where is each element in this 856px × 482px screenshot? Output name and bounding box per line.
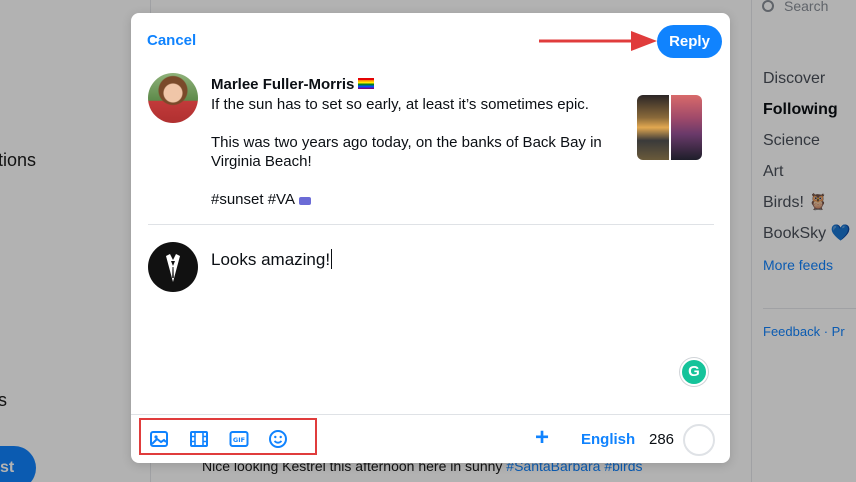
author-name: Marlee Fuller-Morris [211,76,355,93]
avatar[interactable] [148,73,198,123]
reply-button[interactable]: Reply [657,25,722,58]
character-progress-ring [683,424,715,456]
gif-icon[interactable]: GIF [229,429,249,449]
character-count: 286 [649,431,675,448]
camera-emoji-icon [298,197,311,205]
reply-composer-modal: Cancel Reply Marlee Fuller-Morris If the… [131,13,730,463]
tuxedo-icon [166,254,180,282]
add-thread-post-button[interactable]: + [535,425,549,451]
text-caret [331,249,333,269]
post-author: Marlee Fuller-Morris [211,76,375,93]
quoted-post-text: If the sun has to set so early, at least… [211,95,631,228]
post-line-2: This was two years ago today, on the ban… [211,134,602,170]
emoji-icon[interactable] [268,429,288,449]
post-image-thumbnails[interactable] [637,95,702,160]
video-icon[interactable] [189,429,209,449]
post-line-3: #sunset #VA [211,190,631,209]
post-line-1: If the sun has to set so early, at least… [211,96,589,113]
sunset-thumbnail-1[interactable] [637,95,669,160]
post-hashtags: #sunset #VA [211,191,295,208]
language-selector[interactable]: English [581,431,635,448]
svg-text:GIF: GIF [233,436,245,444]
reply-text-input[interactable]: Looks amazing! [211,249,333,270]
reply-text: Looks amazing! [211,250,331,269]
toolbar-divider [131,414,730,415]
sunset-thumbnail-2[interactable] [670,95,702,160]
annotation-arrow [539,31,657,51]
my-avatar [148,242,198,292]
grammarly-icon[interactable]: G [680,358,708,386]
cancel-button[interactable]: Cancel [147,32,196,49]
divider [148,224,714,225]
rainbow-flag-icon [358,78,375,89]
image-icon[interactable] [149,429,169,449]
